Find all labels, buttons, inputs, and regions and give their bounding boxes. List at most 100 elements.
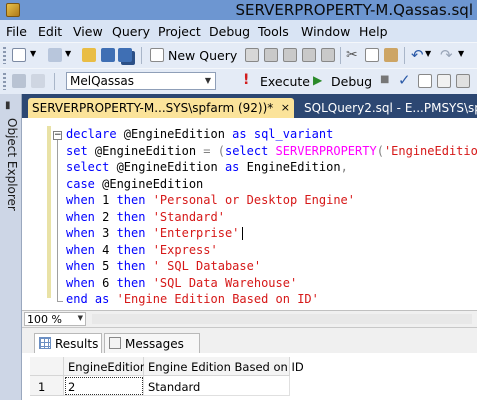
open-folder-icon[interactable] [82,48,96,62]
chevron-down-icon[interactable]: ▼ [201,73,215,89]
database-dropdown[interactable]: MelQassas ▼ [66,72,216,90]
xmla-query-icon[interactable] [302,48,316,62]
add-item-icon[interactable] [48,48,62,62]
separator [404,47,405,64]
messages-icon [109,337,121,349]
outline-line [57,140,58,302]
horizontal-scrollbar[interactable] [92,314,472,324]
code-line[interactable]: when 4 then 'Express' [66,242,477,259]
connect-icon[interactable] [12,74,26,88]
results-grid[interactable]: EngineEdition Engine Edition Based on ID… [22,353,477,400]
chevron-down-icon[interactable]: ▼ [78,314,83,322]
code-line[interactable]: set @EngineEdition = (select SERVERPROPE… [66,143,477,160]
code-line[interactable]: when 2 then 'Standard' [66,209,477,226]
tab-serverproperty[interactable]: SERVERPROPERTY-M...SYS\spfarm (92))* × [28,98,294,118]
code-token: 'EngineEdition' [383,143,477,158]
dropdown-arrow-icon[interactable]: ▼ [458,49,464,58]
mdx-query-icon[interactable] [264,48,278,62]
code-line[interactable]: when 5 then ' SQL Database' [66,258,477,275]
cancel-query-icon[interactable]: ■ [380,74,389,85]
code-token: 'SQL Data Warehouse' [152,275,298,290]
code-token: when [66,242,103,257]
dax-query-icon[interactable] [321,48,335,62]
code-token: set [66,143,95,158]
table-cell[interactable]: 2 [64,376,144,396]
execute-button[interactable]: Execute [260,74,310,89]
new-query-button[interactable]: New Query [168,48,237,63]
tab-label: Messages [125,337,184,351]
dropdown-arrow-icon[interactable]: ▼ [425,49,431,58]
save-icon[interactable] [101,48,115,62]
display-plan-icon[interactable] [418,74,432,88]
menu-debug[interactable]: Debug [209,24,250,39]
database-name: MelQassas [70,74,134,88]
code-text[interactable]: declare @EngineEdition as sql_variant set… [66,126,477,308]
debug-button[interactable]: Debug [331,74,372,89]
window-title: SERVERPROPERTY-M.Qassas.sql [235,1,473,19]
menu-tools[interactable]: Tools [258,24,289,39]
dropdown-arrow-icon[interactable]: ▼ [30,49,36,58]
query-editor[interactable]: − declare @EngineEdition as sql_variant s… [22,118,477,310]
dropdown-arrow-icon[interactable]: ▼ [65,49,71,58]
code-token: @EngineEdition [116,160,225,174]
cut-icon[interactable]: ✂ [346,47,358,63]
code-token: 'Enterprise' [152,226,240,240]
code-line[interactable]: when 3 then 'Enterprise' [66,225,477,242]
include-plan-icon[interactable] [456,74,470,88]
row-number[interactable]: 1 [30,376,64,396]
object-explorer-strip: ▮ Object Explorer [0,94,22,400]
tab-sqlquery2[interactable]: SQLQuery2.sql - E...PMSYS\spfarm (55) [300,98,477,118]
menu-project[interactable]: Project [158,24,201,39]
menu-query[interactable]: Query [112,24,150,39]
new-query-icon[interactable] [150,48,164,62]
query-designer-icon[interactable] [437,74,451,88]
toolbar-grip[interactable] [3,47,6,64]
code-line[interactable]: declare @EngineEdition as sql_variant [66,126,477,143]
pin-icon[interactable]: ▮ [5,100,15,112]
menu-edit[interactable]: Edit [38,24,62,39]
menu-view[interactable]: View [73,24,103,39]
code-line[interactable]: when 1 then 'Personal or Desktop Engine' [66,192,477,209]
column-header[interactable]: Engine Edition Based on ID [144,357,304,376]
paste-icon[interactable] [384,48,398,62]
collapse-outline-icon[interactable]: − [53,131,62,140]
new-project-icon[interactable] [12,48,26,62]
parse-checkmark-icon[interactable]: ✓ [398,71,411,89]
code-token: 'Express' [152,242,218,257]
code-line[interactable]: when 6 then 'SQL Data Warehouse' [66,275,477,292]
code-token: case [66,176,103,191]
column-header[interactable]: EngineEdition [64,357,147,376]
database-query-icon[interactable] [245,48,259,62]
code-token: declare [66,127,124,141]
save-all-icon[interactable] [118,48,132,62]
redo-icon[interactable]: ↷ [440,46,453,64]
object-explorer-tab[interactable]: Object Explorer [1,118,19,268]
zoom-value: 100 % [27,313,62,326]
code-line[interactable]: end as 'Engine Edition Based on ID' [66,291,477,308]
code-token: 'Personal or Desktop Engine' [152,193,355,207]
document-tab-bar: SERVERPROPERTY-M...SYS\spfarm (92))* × S… [22,94,477,118]
menu-file[interactable]: File [6,24,27,39]
code-token: as [232,127,254,141]
code-token: @EngineEdition [102,176,204,191]
dmx-query-icon[interactable] [283,48,297,62]
toolbar-grip[interactable] [3,73,6,90]
change-connection-icon[interactable] [31,74,45,88]
menu-window[interactable]: Window [301,24,350,39]
debug-play-icon[interactable]: ▶ [313,73,322,87]
code-token: ' SQL Database' [152,259,262,273]
menu-help[interactable]: Help [359,24,388,39]
tab-results[interactable]: Results [34,333,102,354]
copy-icon[interactable] [365,48,379,62]
code-token: then [116,259,153,273]
zoom-dropdown[interactable]: 100 % ▼ [24,312,86,326]
execute-icon[interactable]: ! [243,72,249,88]
undo-icon[interactable]: ↶ [411,46,424,64]
table-cell[interactable]: Standard [144,376,290,396]
code-line[interactable]: case @EngineEdition [66,176,477,193]
tab-messages[interactable]: Messages [104,333,200,353]
close-icon[interactable]: × [281,101,290,114]
code-line[interactable]: select @EngineEdition as EngineEdition, [66,159,477,176]
code-token: 'Engine Edition Based on ID' [116,292,319,306]
grid-corner[interactable] [30,357,64,376]
